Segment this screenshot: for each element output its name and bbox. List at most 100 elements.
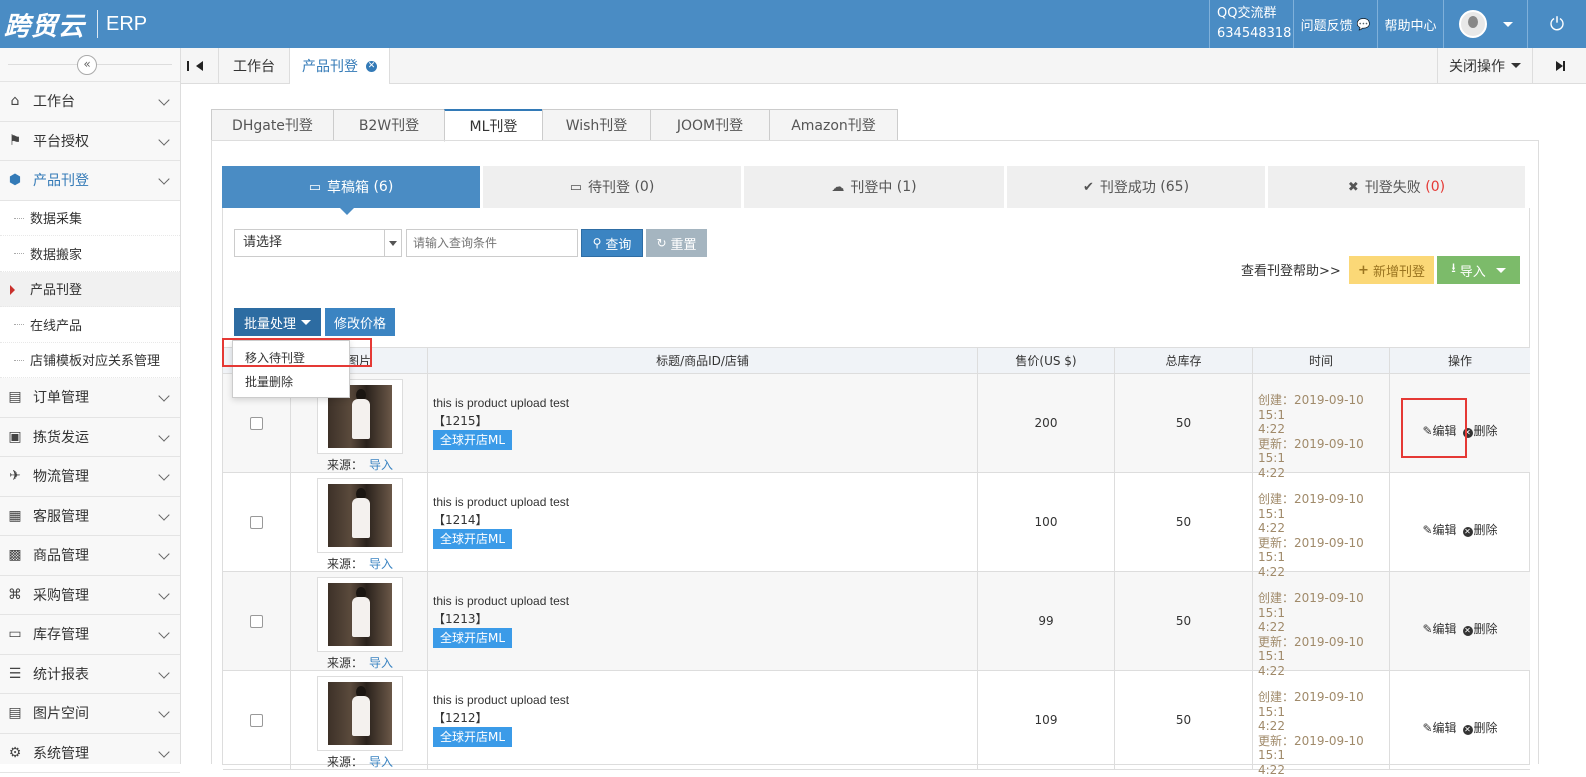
row-checkbox[interactable] xyxy=(250,417,263,430)
tab-drafts[interactable]: ▭草稿箱 (6) xyxy=(222,166,480,208)
sidebar-subitem-data-collect[interactable]: 数据采集 xyxy=(0,201,180,237)
source-label: 来源： xyxy=(327,656,363,670)
sidebar-item-customer-service[interactable]: ▦客服管理 xyxy=(0,497,180,537)
sidebar-item-picking[interactable]: ▣拣货发运 xyxy=(0,418,180,458)
product-thumbnail[interactable] xyxy=(317,676,403,751)
created-time: 创建：2019-09-10 15:1 xyxy=(1258,492,1389,521)
delete-button[interactable]: ✕删除 xyxy=(1463,719,1498,736)
cube-icon: ⬢ xyxy=(7,172,23,188)
batch-actions-button[interactable]: 批量处理 xyxy=(234,308,321,336)
feedback-button[interactable]: 问题反馈 💬 xyxy=(1293,0,1377,48)
menu-item-batch-delete[interactable]: 批量删除 xyxy=(233,370,349,394)
delete-button[interactable]: ✕删除 xyxy=(1463,620,1498,637)
highlight-box xyxy=(222,338,372,367)
stock: 50 xyxy=(1115,671,1253,769)
reset-button[interactable]: ↻重置 xyxy=(646,229,707,257)
tab-content: 请选择 ⚲查询 ↻重置 查看刊登帮助>> +新增刊登 ⭳导入 批量处理 修改价格… xyxy=(222,208,1530,765)
tab-publishing[interactable]: ☁刊登中 (1) xyxy=(744,166,1004,208)
sidebar-item-product-listing[interactable]: ⬢ 产品刊登 xyxy=(0,161,180,201)
source-link[interactable]: 导入 xyxy=(369,656,393,670)
delete-button[interactable]: ✕删除 xyxy=(1463,521,1498,538)
chevron-down-icon xyxy=(158,548,169,559)
sidebar-subitem-online-products[interactable]: 在线产品 xyxy=(0,307,180,343)
tab-scroll-right-button[interactable] xyxy=(1532,48,1586,83)
created-time-cont: 4:22 xyxy=(1258,422,1389,437)
feedback-label: 问题反馈 xyxy=(1301,15,1353,34)
row-actions: ✎编辑 ✕删除 xyxy=(1390,473,1530,571)
header-price: 售价(US $) xyxy=(978,348,1115,373)
tab-success[interactable]: ✔刊登成功 (65) xyxy=(1007,166,1265,208)
delete-button[interactable]: ✕删除 xyxy=(1463,422,1498,439)
tab-scroll-left-button[interactable] xyxy=(181,48,219,83)
listing-panel: ▭草稿箱 (6) ▭待刊登 (0) ☁刊登中 (1) ✔刊登成功 (65) ✖刊… xyxy=(211,140,1539,764)
source-link[interactable]: 导入 xyxy=(369,755,393,769)
avatar xyxy=(1459,10,1487,38)
field-select[interactable]: 请选择 xyxy=(234,229,402,257)
source: 来源：导入 xyxy=(327,555,393,572)
sidebar-item-system[interactable]: ⚙系统管理 xyxy=(0,734,180,774)
stock: 50 xyxy=(1115,374,1253,472)
product-title: this is product upload test xyxy=(433,693,569,707)
sidebar-item-inventory[interactable]: ▭库存管理 xyxy=(0,615,180,655)
tab-wish[interactable]: Wish刊登 xyxy=(542,109,650,141)
import-button[interactable]: ⭳导入 xyxy=(1437,256,1520,284)
edit-button[interactable]: ✎编辑 xyxy=(1422,521,1456,538)
tab-amazon[interactable]: Amazon刊登 xyxy=(769,109,898,141)
delete-label: 删除 xyxy=(1474,721,1498,735)
created-time-cont: 4:22 xyxy=(1258,521,1389,536)
header-time: 时间 xyxy=(1253,348,1390,373)
chevron-down-icon xyxy=(158,94,169,105)
sidebar-item-images[interactable]: ▤图片空间 xyxy=(0,694,180,734)
close-icon[interactable]: ✕ xyxy=(366,61,377,72)
created-time: 创建：2019-09-10 15:1 xyxy=(1258,690,1389,719)
sidebar-subitem-store-template[interactable]: 店铺模板对应关系管理 xyxy=(0,343,180,379)
header-actions: 操作 xyxy=(1390,348,1530,373)
product-id: 【1214】 xyxy=(433,511,488,528)
source-link[interactable]: 导入 xyxy=(369,557,393,571)
source-link[interactable]: 导入 xyxy=(369,458,393,472)
sidebar-item-platform-auth[interactable]: ⚑平台授权 xyxy=(0,122,180,162)
close-operations-menu[interactable]: 关闭操作 xyxy=(1437,48,1532,83)
user-menu[interactable] xyxy=(1443,0,1527,48)
modify-price-button[interactable]: 修改价格 xyxy=(325,308,395,336)
sidebar-item-purchase[interactable]: ⌘采购管理 xyxy=(0,576,180,616)
sidebar-item-label: 产品刊登 xyxy=(33,170,89,190)
sidebar-item-label: 库存管理 xyxy=(33,624,89,644)
edit-button[interactable]: ✎编辑 xyxy=(1422,719,1456,736)
row-checkbox[interactable] xyxy=(250,714,263,727)
product-thumbnail[interactable] xyxy=(317,577,403,652)
help-center-button[interactable]: 帮助中心 xyxy=(1377,0,1443,48)
chevron-down-icon xyxy=(1496,268,1506,273)
chevron-down-icon xyxy=(158,173,169,184)
collapse-sidebar-button[interactable]: « xyxy=(77,55,97,75)
tab-b2w[interactable]: B2W刊登 xyxy=(333,109,444,141)
tab-joom[interactable]: JOOM刊登 xyxy=(650,109,769,141)
sidebar-item-workbench[interactable]: ⌂工作台 xyxy=(0,82,180,122)
sidebar-item-reports[interactable]: ☰统计报表 xyxy=(0,655,180,695)
tab-ml[interactable]: ML刊登 xyxy=(444,109,542,142)
query-button[interactable]: ⚲查询 xyxy=(581,229,643,257)
tab-workbench[interactable]: 工作台 xyxy=(219,48,290,83)
tab-label: 草稿箱 xyxy=(327,177,369,197)
sidebar-item-orders[interactable]: ▤订单管理 xyxy=(0,378,180,418)
logo[interactable]: 跨贸云 xyxy=(4,6,85,43)
sidebar-subitem-data-move[interactable]: 数据搬家 xyxy=(0,236,180,272)
edit-button[interactable]: ✎编辑 xyxy=(1422,620,1456,637)
tab-pending[interactable]: ▭待刊登 (0) xyxy=(483,166,741,208)
row-checkbox[interactable] xyxy=(250,516,263,529)
table-row: 来源：导入 this is product upload test【1212】全… xyxy=(223,671,1530,770)
tab-product-listing[interactable]: 产品刊登✕ xyxy=(290,48,390,84)
sidebar-item-goods[interactable]: ▩商品管理 xyxy=(0,536,180,576)
search-input[interactable] xyxy=(406,229,578,257)
tab-dhgate[interactable]: DHgate刊登 xyxy=(211,109,333,141)
listing-help-link[interactable]: 查看刊登帮助>> xyxy=(1241,260,1341,279)
sidebar-subitem-product-listing[interactable]: 产品刊登 xyxy=(0,272,180,308)
add-listing-button[interactable]: +新增刊登 xyxy=(1349,256,1434,284)
row-checkbox[interactable] xyxy=(250,615,263,628)
product-thumbnail[interactable] xyxy=(317,478,403,553)
logout-button[interactable]: ⏻ xyxy=(1527,0,1586,48)
select-value: 请选择 xyxy=(243,235,282,250)
tab-failed[interactable]: ✖刊登失败 (0) xyxy=(1268,166,1525,208)
product-title: this is product upload test xyxy=(433,594,569,608)
sidebar-item-logistics[interactable]: ✈物流管理 xyxy=(0,457,180,497)
